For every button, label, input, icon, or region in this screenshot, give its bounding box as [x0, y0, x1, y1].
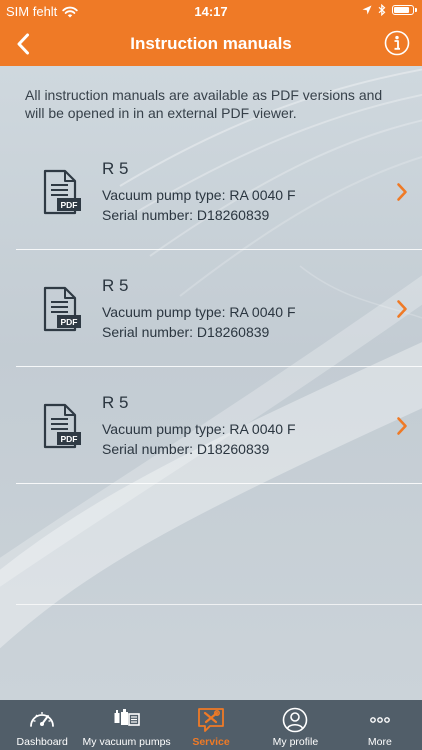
- more-dots-icon: [369, 717, 390, 723]
- chevron-right-icon: [397, 417, 407, 435]
- pdf-icon-label: PDF: [61, 317, 78, 327]
- battery-icon: [392, 5, 417, 15]
- chevron-right-icon: [397, 300, 407, 318]
- manual-row[interactable]: PDF R 5 Vacuum pump type: RA 0040 F Seri…: [16, 250, 422, 367]
- pdf-file-icon: PDF: [43, 286, 81, 332]
- tab-label: Dashboard: [16, 736, 68, 748]
- manual-serial-number: Serial number: D18260839: [102, 207, 270, 223]
- manual-row[interactable]: PDF R 5 Vacuum pump type: RA 0040 F Seri…: [16, 367, 422, 484]
- tab-dashboard[interactable]: Dashboard: [0, 700, 84, 750]
- status-indicators: [362, 4, 417, 16]
- manual-row[interactable]: PDF R 5 Vacuum pump type: RA 0040 F Seri…: [16, 133, 422, 250]
- tab-service[interactable]: Service: [169, 700, 253, 750]
- tab-my-vacuum-pumps[interactable]: My vacuum pumps: [82, 700, 171, 750]
- intro-text: All instruction manuals are available as…: [25, 87, 383, 121]
- pdf-icon-label: PDF: [61, 200, 78, 210]
- info-icon[interactable]: [384, 30, 410, 56]
- service-tools-icon: [198, 708, 224, 732]
- battery-level: [394, 7, 409, 13]
- nav-bar: Instruction manuals: [0, 22, 422, 66]
- tab-label: Service: [192, 736, 230, 748]
- tab-label: More: [367, 736, 392, 748]
- status-bar: SIM fehlt 14:17: [0, 0, 422, 22]
- bluetooth-icon: [378, 4, 386, 16]
- manual-title: R 5: [102, 276, 129, 295]
- chevron-right-icon: [397, 183, 407, 201]
- status-time: 14:17: [194, 4, 228, 19]
- tab-bar: Dashboard My vacuum pumps Service My pro…: [0, 700, 422, 750]
- tab-label: My vacuum pumps: [82, 736, 171, 748]
- manual-pump-type: Vacuum pump type: RA 0040 F: [102, 421, 296, 437]
- app-screen: SIM fehlt 14:17 Instruction manuals All …: [0, 0, 422, 750]
- page-title: Instruction manuals: [130, 34, 292, 53]
- manual-serial-number: Serial number: D18260839: [102, 324, 270, 340]
- pdf-file-icon: PDF: [43, 169, 81, 215]
- tab-more[interactable]: More: [338, 700, 422, 750]
- tab-label: My profile: [272, 736, 319, 748]
- profile-icon: [283, 707, 308, 733]
- pdf-icon-label: PDF: [61, 434, 78, 444]
- manual-title: R 5: [102, 159, 129, 178]
- list-divider: [16, 604, 422, 605]
- pdf-file-icon: PDF: [43, 403, 81, 449]
- pumps-icon: [114, 709, 140, 726]
- tab-my-profile[interactable]: My profile: [253, 700, 337, 750]
- manual-pump-type: Vacuum pump type: RA 0040 F: [102, 304, 296, 320]
- manual-title: R 5: [102, 393, 129, 412]
- manual-pump-type: Vacuum pump type: RA 0040 F: [102, 187, 296, 203]
- gauge-icon: [30, 712, 55, 727]
- content-area[interactable]: All instruction manuals are available as…: [0, 66, 422, 700]
- manual-serial-number: Serial number: D18260839: [102, 441, 270, 457]
- location-arrow-icon: [362, 5, 372, 15]
- header: SIM fehlt 14:17 Instruction manuals: [0, 0, 422, 66]
